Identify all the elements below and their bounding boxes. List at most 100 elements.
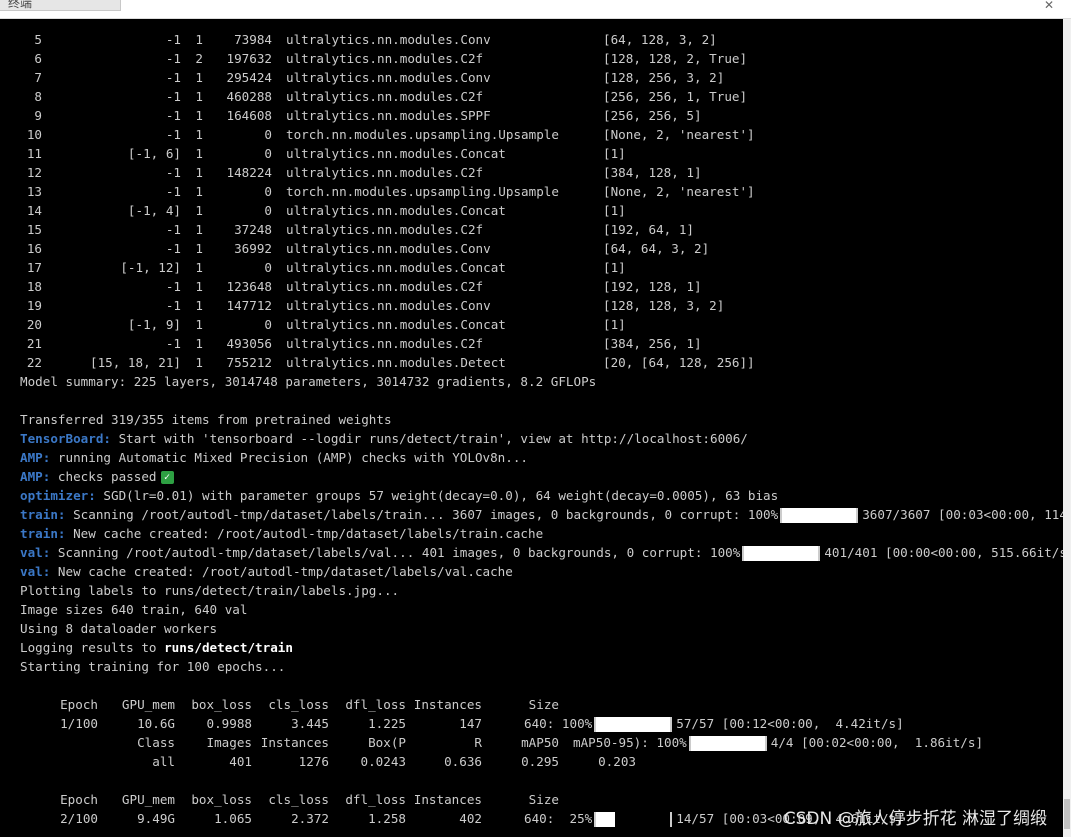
layer-args: [None, 2, 'nearest']	[603, 184, 755, 199]
layer-module: ultralytics.nn.modules.Conv	[286, 241, 491, 256]
instances-value: 147	[459, 716, 482, 731]
workers-line: Using 8 dataloader workers	[20, 621, 218, 636]
progress-bar	[594, 812, 673, 827]
tensorboard-line: TensorBoard: Start with 'tensorboard --l…	[20, 429, 1063, 448]
layer-n: 1	[195, 260, 203, 275]
layer-n: 1	[195, 184, 203, 199]
progress-tail: 4/4 [00:02<00:00, 1.86it/s]	[770, 735, 984, 750]
val-label: val:	[20, 545, 51, 560]
window-titlebar: 终端 ✕	[0, 0, 1071, 19]
amp-passed-line: AMP: checks passed ✓	[20, 467, 1063, 486]
layer-module: ultralytics.nn.modules.Conv	[286, 70, 491, 85]
close-icon[interactable]: ✕	[1039, 0, 1059, 12]
header-dfl-loss: dfl_loss	[345, 697, 406, 712]
layer-params: 0	[264, 203, 272, 218]
val-result-row: all 401 1276 0.0243 0.636 0.295 0.203	[20, 752, 1063, 771]
val-header-row: Class Images Instances Box(P R mAP50 mAP…	[20, 733, 1063, 752]
check-icon: ✓	[160, 471, 174, 484]
progress-fill	[690, 736, 765, 751]
layer-n: 1	[195, 317, 203, 332]
layer-from: -1	[165, 336, 181, 351]
layer-row: 13 -1 1 0 torch.nn.modules.upsampling.Upsamp…	[20, 182, 1063, 201]
layer-params: 197632	[226, 51, 273, 66]
layer-index: 16	[26, 241, 42, 256]
epoch-value: 2/100	[60, 811, 98, 826]
logging-prefix: Logging results to	[20, 640, 165, 655]
layer-from: [-1, 9]	[127, 317, 181, 332]
vertical-scrollbar[interactable]	[1063, 19, 1071, 837]
r-value: 0.636	[444, 754, 482, 769]
header-instances: Instances	[413, 697, 482, 712]
train-label: train:	[20, 507, 66, 522]
header-instances: Instances	[413, 792, 482, 807]
layer-module: ultralytics.nn.modules.C2f	[286, 89, 484, 104]
header-val-instances: Instances	[260, 735, 329, 750]
layer-index: 9	[34, 108, 42, 123]
layer-n: 1	[195, 203, 203, 218]
terminal-output[interactable]: 5 -1 1 73984 ultralytics.nn.modules.Conv [64,…	[0, 19, 1063, 837]
header-map50: mAP50	[521, 735, 559, 750]
layer-row: 18 -1 1 123648 ultralytics.nn.modules.C2f [19…	[20, 277, 1063, 296]
train-cache-line: train: New cache created: /root/autodl-t…	[20, 524, 1063, 543]
layer-from: -1	[165, 241, 181, 256]
terminal-tab-title: 终端	[8, 0, 33, 10]
class-value: all	[152, 754, 175, 769]
header-epoch: Epoch	[60, 697, 98, 712]
transferred-line: Transferred 319/355 items from pretraine…	[20, 412, 392, 427]
header-map50-95: mAP50-95): 100%	[573, 735, 687, 750]
progress-fill	[782, 508, 857, 523]
amp-passed-text: checks passed	[50, 469, 157, 484]
layer-args: [256, 256, 1, True]	[603, 89, 748, 104]
layer-index: 18	[26, 279, 42, 294]
layer-row: 11 [-1, 6] 1 0 ultralytics.nn.modules.Concat…	[20, 144, 1063, 163]
header-gpu-mem: GPU_mem	[121, 792, 175, 807]
layer-module: ultralytics.nn.modules.Concat	[286, 317, 506, 332]
progress-fill	[744, 546, 819, 561]
layer-row: 16 -1 1 36992 ultralytics.nn.modules.Conv [64…	[20, 239, 1063, 258]
header-box-loss: box_loss	[191, 697, 252, 712]
map50-value: 0.295	[521, 754, 559, 769]
terminal-tab[interactable]: 终端	[0, 0, 121, 11]
header-cls-loss: cls_loss	[268, 792, 329, 807]
header-epoch: Epoch	[60, 792, 98, 807]
layer-n: 1	[195, 355, 203, 370]
header-r: R	[474, 735, 482, 750]
layer-from: [-1, 12]	[120, 260, 181, 275]
layer-module: torch.nn.modules.upsampling.Upsample	[286, 127, 559, 142]
layer-index: 22	[26, 355, 42, 370]
amp-text: running Automatic Mixed Precision (AMP) …	[50, 450, 529, 465]
layer-params: 0	[264, 317, 272, 332]
optimizer-line: optimizer: SGD(lr=0.01) with parameter g…	[20, 486, 1063, 505]
header-dfl-loss: dfl_loss	[345, 792, 406, 807]
train-header-row: Epoch GPU_mem box_loss cls_loss dfl_loss…	[20, 695, 1063, 714]
layer-params: 147712	[226, 298, 273, 313]
layer-n: 2	[195, 51, 203, 66]
layer-row: 21 -1 1 493056 ultralytics.nn.modules.C2f [38…	[20, 334, 1063, 353]
scrollbar-thumb[interactable]	[1064, 799, 1070, 829]
layer-n: 1	[195, 241, 203, 256]
layer-args: [64, 128, 3, 2]	[603, 32, 717, 47]
layer-index: 21	[26, 336, 42, 351]
layer-args: [384, 256, 1]	[603, 336, 702, 351]
dfl-loss-value: 1.258	[368, 811, 406, 826]
logging-line: Logging results to runs/detect/train	[20, 638, 1063, 657]
layer-args: [1]	[603, 317, 626, 332]
layer-row: 15 -1 1 37248 ultralytics.nn.modules.C2f [192…	[20, 220, 1063, 239]
layer-args: [1]	[603, 203, 626, 218]
layer-module: ultralytics.nn.modules.C2f	[286, 165, 484, 180]
header-images: Images	[206, 735, 253, 750]
layer-module: ultralytics.nn.modules.C2f	[286, 336, 484, 351]
layer-args: [64, 64, 3, 2]	[603, 241, 710, 256]
layer-row: 7 -1 1 295424 ultralytics.nn.modules.Conv [12…	[20, 68, 1063, 87]
layer-index: 6	[34, 51, 42, 66]
layer-args: [128, 128, 2, True]	[603, 51, 748, 66]
layer-row: 10 -1 1 0 torch.nn.modules.upsampling.Upsamp…	[20, 125, 1063, 144]
layer-row: 20 [-1, 9] 1 0 ultralytics.nn.modules.Concat…	[20, 315, 1063, 334]
layer-row: 22 [15, 18, 21] 1 755212 ultralytics.nn.modu…	[20, 353, 1063, 372]
dfl-loss-value: 1.225	[368, 716, 406, 731]
layer-from: -1	[165, 32, 181, 47]
val-cache-text: New cache created: /root/autodl-tmp/data…	[50, 564, 513, 579]
epoch-row: 1/100 10.6G 0.9988 3.445 1.225 147 640: …	[20, 714, 1063, 733]
progress-bar	[780, 508, 859, 523]
layer-index: 10	[26, 127, 42, 142]
